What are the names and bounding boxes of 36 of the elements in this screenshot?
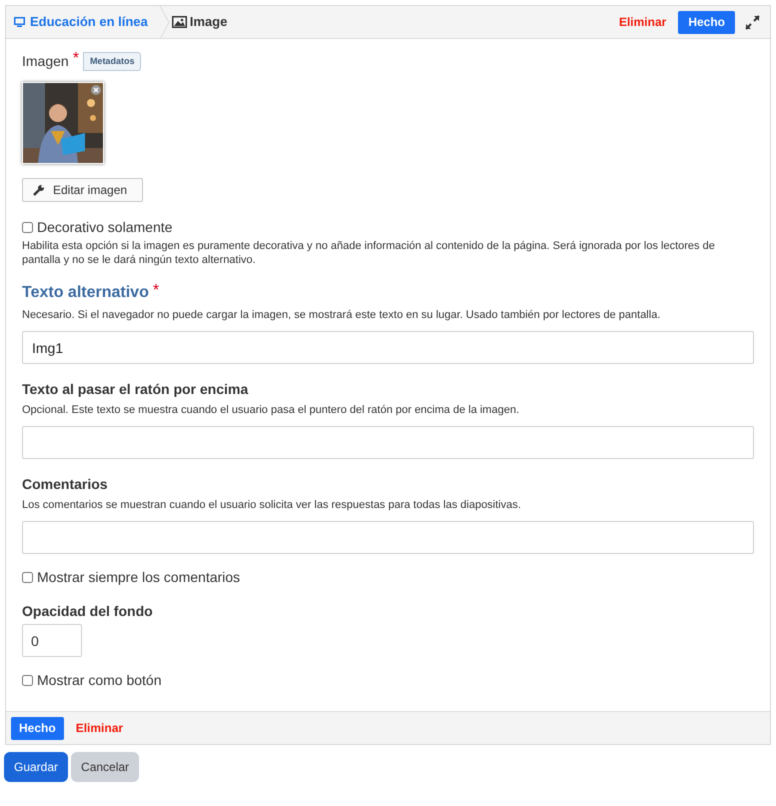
field-description: Habilita esta opción si la imagen es puramente decorativa y no añade información al contenido de la página. Será ignorada por los lectores de pantalla y no se le dará ningún texto alternativo. [22,239,716,267]
save-button[interactable]: Guardar [4,752,68,782]
wrench-icon [33,184,45,196]
text-field[interactable] [22,521,754,554]
metadata-tag[interactable]: Metadatos [82,52,142,72]
edit-image-button[interactable]: Editar imagen [22,178,143,202]
checkbox[interactable] [22,222,33,232]
editor-title: Image [190,13,228,32]
delete-button[interactable]: Eliminar [76,719,124,737]
done-button[interactable]: Hecho [678,10,735,34]
checkbox-label: Mostrar como botón [37,671,162,689]
required-mark: * [152,283,160,299]
field-description: Necesario. Si el navegador no puede cargar la imagen, se mostrará este texto en su lugar. Usado también por lectores de pantalla. [22,308,662,322]
field-label: Comentarios [22,475,108,493]
field-description: Los comentarios se muestran cuando el usuario solicita ver las respuestas para todas las diapositivas. [22,498,522,512]
expand-icon[interactable] [745,14,760,30]
cancel-button[interactable]: Cancelar [71,752,140,782]
checkbox-label: Mostrar siempre los comentarios [37,568,240,586]
text-field[interactable] [22,426,754,459]
monitor-icon [14,17,25,27]
field-description: Opcional. Este texto se muestra cuando el usuario pasa el puntero del ratón por encima de la imagen. [22,403,520,417]
number-field[interactable]: 0 [22,624,82,657]
checkbox-label: Decorativo solamente [37,218,172,236]
image-icon [172,16,187,28]
remove-icon[interactable] [91,85,101,95]
checkbox[interactable] [22,674,33,686]
checkbox[interactable] [22,572,33,582]
required-mark: * [72,51,79,67]
field-label: Opacidad del fondo [22,602,154,620]
field-label: Texto al pasar el ratón por encima [22,380,248,398]
field-label: Texto alternativo [22,283,149,303]
field-label: Imagen [22,52,69,71]
done-button[interactable]: Hecho [11,716,64,740]
delete-button[interactable]: Eliminar [618,13,666,31]
text-field[interactable]: Img1 [22,331,754,364]
breadcrumb-link[interactable]: Educación en línea [14,12,160,32]
